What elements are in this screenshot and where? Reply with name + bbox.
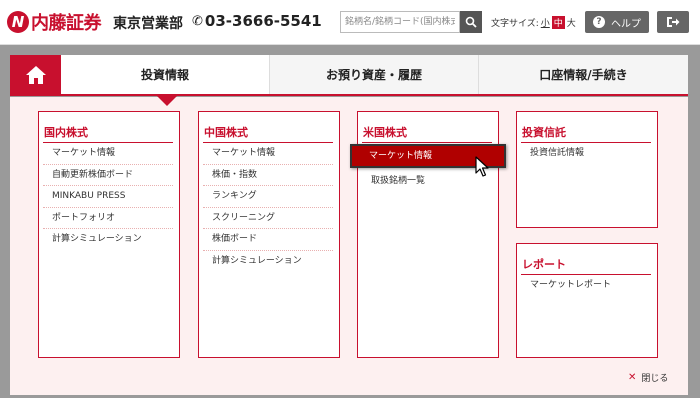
menu-title-report: レポート — [522, 258, 566, 271]
search-button[interactable] — [460, 11, 482, 33]
close-button[interactable]: ✕ 閉じる — [628, 371, 668, 384]
logout-button[interactable] — [657, 11, 689, 33]
mouse-cursor-icon — [475, 156, 489, 177]
link-china-price-index[interactable]: 株価・指数 — [203, 165, 333, 186]
logo[interactable]: N 内藤証券 — [7, 9, 102, 35]
header: N 内藤証券 東京営業部 ✆ 03-3666-5541 文字サイズ: 小 中 大… — [0, 0, 700, 45]
close-icon: ✕ — [628, 372, 637, 383]
link-fund-info[interactable]: 投資信託情報 — [521, 143, 651, 165]
menu-box-china: 中国株式 マーケット情報 株価・指数 ランキング スクリーニング 株価ボード 計… — [198, 111, 340, 358]
link-domestic-market-info[interactable]: マーケット情報 — [43, 143, 173, 165]
home-button[interactable] — [10, 55, 61, 94]
tab-assets-history[interactable]: お預り資産・履歴 — [270, 55, 479, 94]
phone-text: 03-3666-5541 — [204, 12, 322, 30]
home-icon — [25, 65, 46, 84]
tab-account-procedures[interactable]: 口座情報/手続き — [479, 55, 688, 94]
menu-title-fund: 投資信託 — [522, 126, 566, 139]
link-china-screening[interactable]: スクリーニング — [203, 208, 333, 229]
menu-box-domestic: 国内株式 マーケット情報 自動更新株価ボード MINKABU PRESS ポート… — [38, 111, 180, 358]
logout-icon — [667, 17, 680, 27]
branch-name: 東京営業部 — [113, 16, 183, 32]
menu-title-us: 米国株式 — [363, 126, 407, 139]
menu-title-divider — [362, 142, 492, 143]
search-input[interactable] — [340, 11, 460, 33]
logo-text: 内藤証券 — [31, 13, 102, 34]
phone-number: ✆ 03-3666-5541 — [192, 12, 322, 30]
main-nav: 投資情報 お預り資産・履歴 口座情報/手続き — [10, 55, 688, 96]
menu-box-us: 米国株式 マーケット情報 取扱銘柄一覧 — [350, 111, 506, 358]
link-domestic-auto-board[interactable]: 自動更新株価ボード — [43, 165, 173, 186]
link-china-price-board[interactable]: 株価ボード — [203, 229, 333, 251]
link-minkabu-press[interactable]: MINKABU PRESS — [43, 186, 173, 208]
link-china-market-info[interactable]: マーケット情報 — [203, 143, 333, 165]
menu-title-domestic: 国内株式 — [44, 126, 88, 139]
font-size-small[interactable]: 小 — [541, 16, 550, 29]
link-china-calc-sim[interactable]: 計算シミュレーション — [203, 251, 333, 273]
help-button[interactable]: ? ヘルプ — [585, 11, 649, 33]
active-tab-indicator — [157, 96, 177, 106]
menu-box-fund: 投資信託 投資信託情報 — [516, 111, 658, 228]
question-circle-icon: ? — [593, 16, 605, 28]
link-china-ranking[interactable]: ランキング — [203, 186, 333, 208]
font-size-label: 文字サイズ: — [491, 19, 539, 29]
help-label: ヘルプ — [611, 18, 641, 30]
link-portfolio[interactable]: ポートフォリオ — [43, 208, 173, 229]
logo-mark: N — [7, 11, 29, 33]
font-size-selector: 文字サイズ: 小 中 大 — [491, 16, 576, 29]
phone-icon: ✆ — [192, 13, 203, 29]
tab-investment-info[interactable]: 投資情報 — [61, 55, 270, 94]
font-size-mid[interactable]: 中 — [551, 16, 565, 29]
search-icon — [465, 16, 477, 28]
font-size-large[interactable]: 大 — [567, 16, 576, 29]
close-label: 閉じる — [641, 374, 669, 384]
menu-box-report: レポート マーケットレポート — [516, 243, 658, 358]
menu-title-china: 中国株式 — [204, 126, 248, 139]
link-domestic-calc-sim[interactable]: 計算シミュレーション — [43, 229, 173, 251]
link-market-report[interactable]: マーケットレポート — [521, 275, 651, 297]
